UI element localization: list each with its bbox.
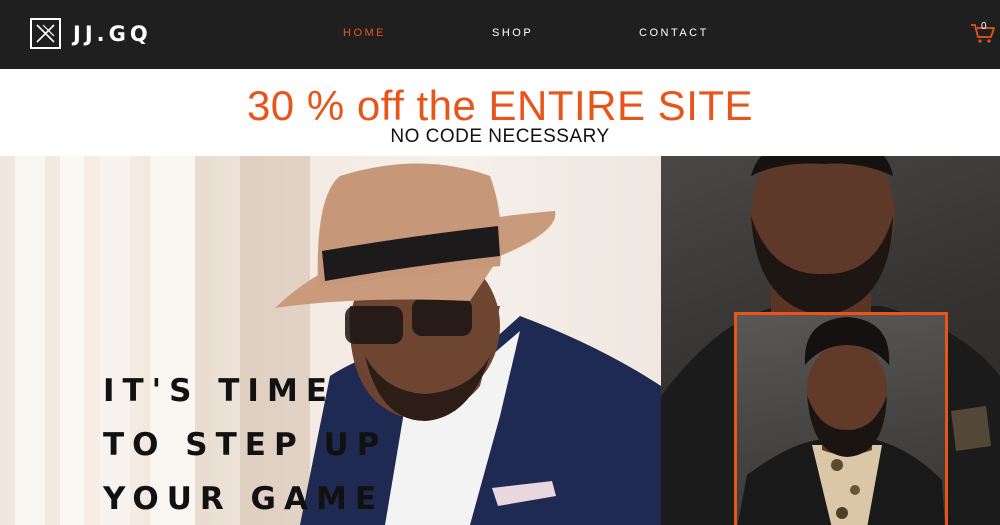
- tagline-line-2: TO STEP UP: [103, 427, 388, 463]
- brand-name: JJ.GQ: [73, 21, 152, 46]
- brand-logo[interactable]: JJ.GQ: [30, 18, 152, 49]
- nav-home[interactable]: HOME: [343, 27, 386, 39]
- hero-section: IT'S TIME TO STEP UP YOUR GAME: [0, 156, 1000, 525]
- promo-banner: 30 % off the ENTIRE SITE NO CODE NECESSA…: [0, 69, 1000, 156]
- bearded-man-portrait-photo: [661, 156, 1000, 525]
- bearded-man-inset-portrait-photo: [734, 312, 948, 525]
- nav-contact[interactable]: CONTACT: [639, 27, 709, 39]
- cart-button[interactable]: 0: [970, 20, 996, 46]
- promo-subtitle: NO CODE NECESSARY: [390, 126, 610, 147]
- cart-count: 0: [981, 21, 987, 32]
- hero-tagline: IT'S TIME TO STEP UP YOUR GAME: [103, 364, 387, 525]
- monogram-logo-icon: [30, 18, 61, 49]
- man-in-fedora-and-blazer-photo: IT'S TIME TO STEP UP YOUR GAME: [0, 156, 661, 525]
- tagline-line-3: YOUR GAME: [103, 481, 384, 517]
- site-header: JJ.GQ HOME SHOP CONTACT 0: [0, 0, 1000, 69]
- tagline-line-1: IT'S TIME: [103, 373, 335, 409]
- nav-shop[interactable]: SHOP: [492, 27, 533, 39]
- promo-title: 30 % off the ENTIRE SITE: [246, 82, 754, 129]
